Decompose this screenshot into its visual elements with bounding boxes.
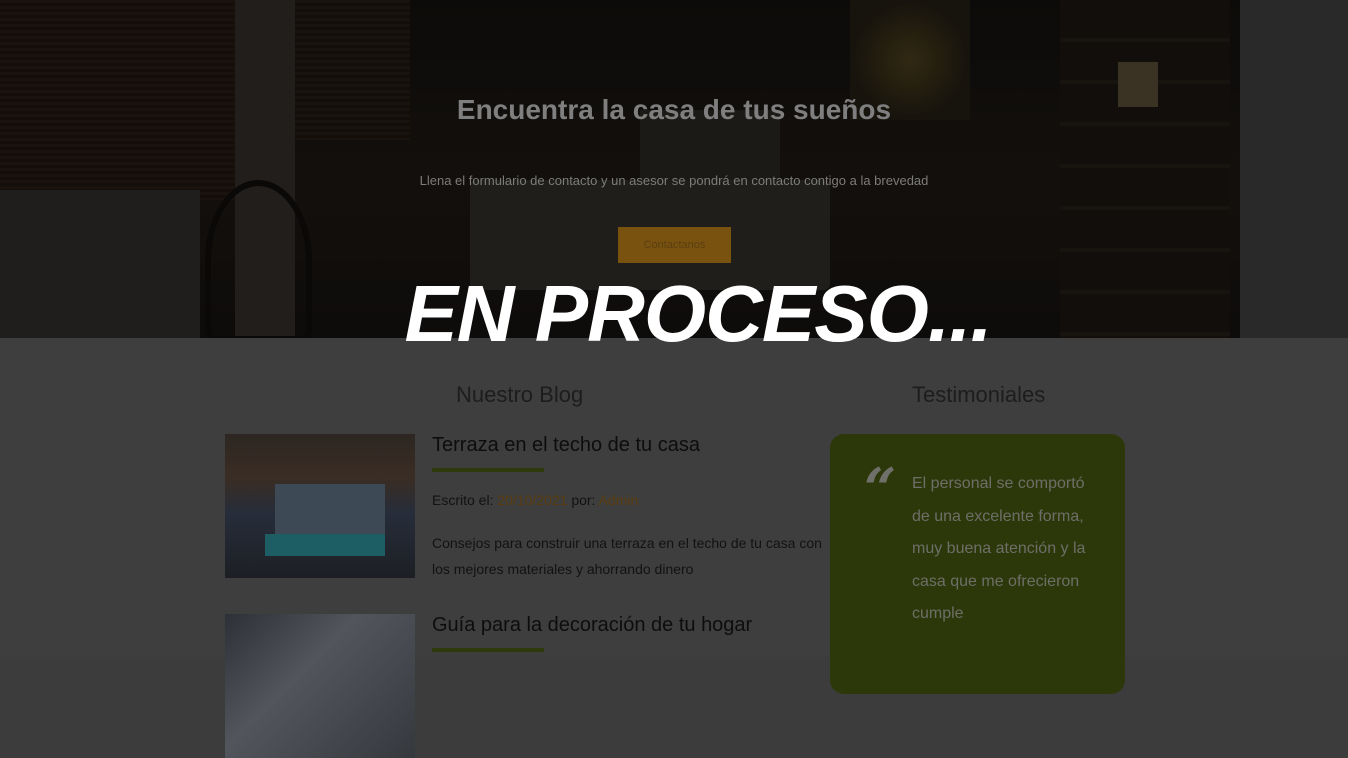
quote-icon: “ — [864, 456, 897, 522]
main-content: Nuestro Blog Testimoniales Terraza en el… — [0, 338, 1348, 758]
meta-by-label: por: — [567, 492, 599, 508]
blog-post-description: Consejos para construir una terraza en e… — [432, 535, 822, 577]
blog-post-image[interactable] — [225, 434, 415, 578]
testimonial-text: El personal se comportó de una excelente… — [912, 475, 1086, 622]
blog-section-title: Nuestro Blog — [456, 382, 584, 407]
title-underline — [432, 648, 544, 652]
contact-button[interactable]: Contactanos — [618, 227, 731, 263]
blog-post-meta: Escrito el: 20/10/2021 por: Admin — [432, 492, 638, 508]
meta-prefix: Escrito el: — [432, 492, 498, 508]
hero-title: Encuentra la casa de tus sueños — [456, 94, 892, 125]
blog-post: Guía para la decoración de tu hogar — [225, 614, 815, 758]
post-author: Admin — [598, 492, 639, 508]
hero-subtitle: Llena el formulario de contacto y un ase… — [419, 173, 929, 188]
post-date: 20/10/2021 — [497, 492, 568, 508]
testimonial-card: “ El personal se comportó de una excelen… — [830, 434, 1125, 694]
image-pool-detail — [265, 534, 385, 556]
testimonials-section-title: Testimoniales — [912, 382, 1046, 407]
blog-post-image[interactable] — [225, 614, 415, 758]
blog-post-title[interactable]: Terraza en el techo de tu casa — [432, 434, 700, 457]
blog-post: Terraza en el techo de tu casa Escrito e… — [225, 434, 822, 584]
in-progress-overlay-text: EN PROCESO... — [404, 269, 992, 358]
title-underline — [432, 468, 544, 472]
blog-post-title[interactable]: Guía para la decoración de tu hogar — [432, 614, 752, 637]
